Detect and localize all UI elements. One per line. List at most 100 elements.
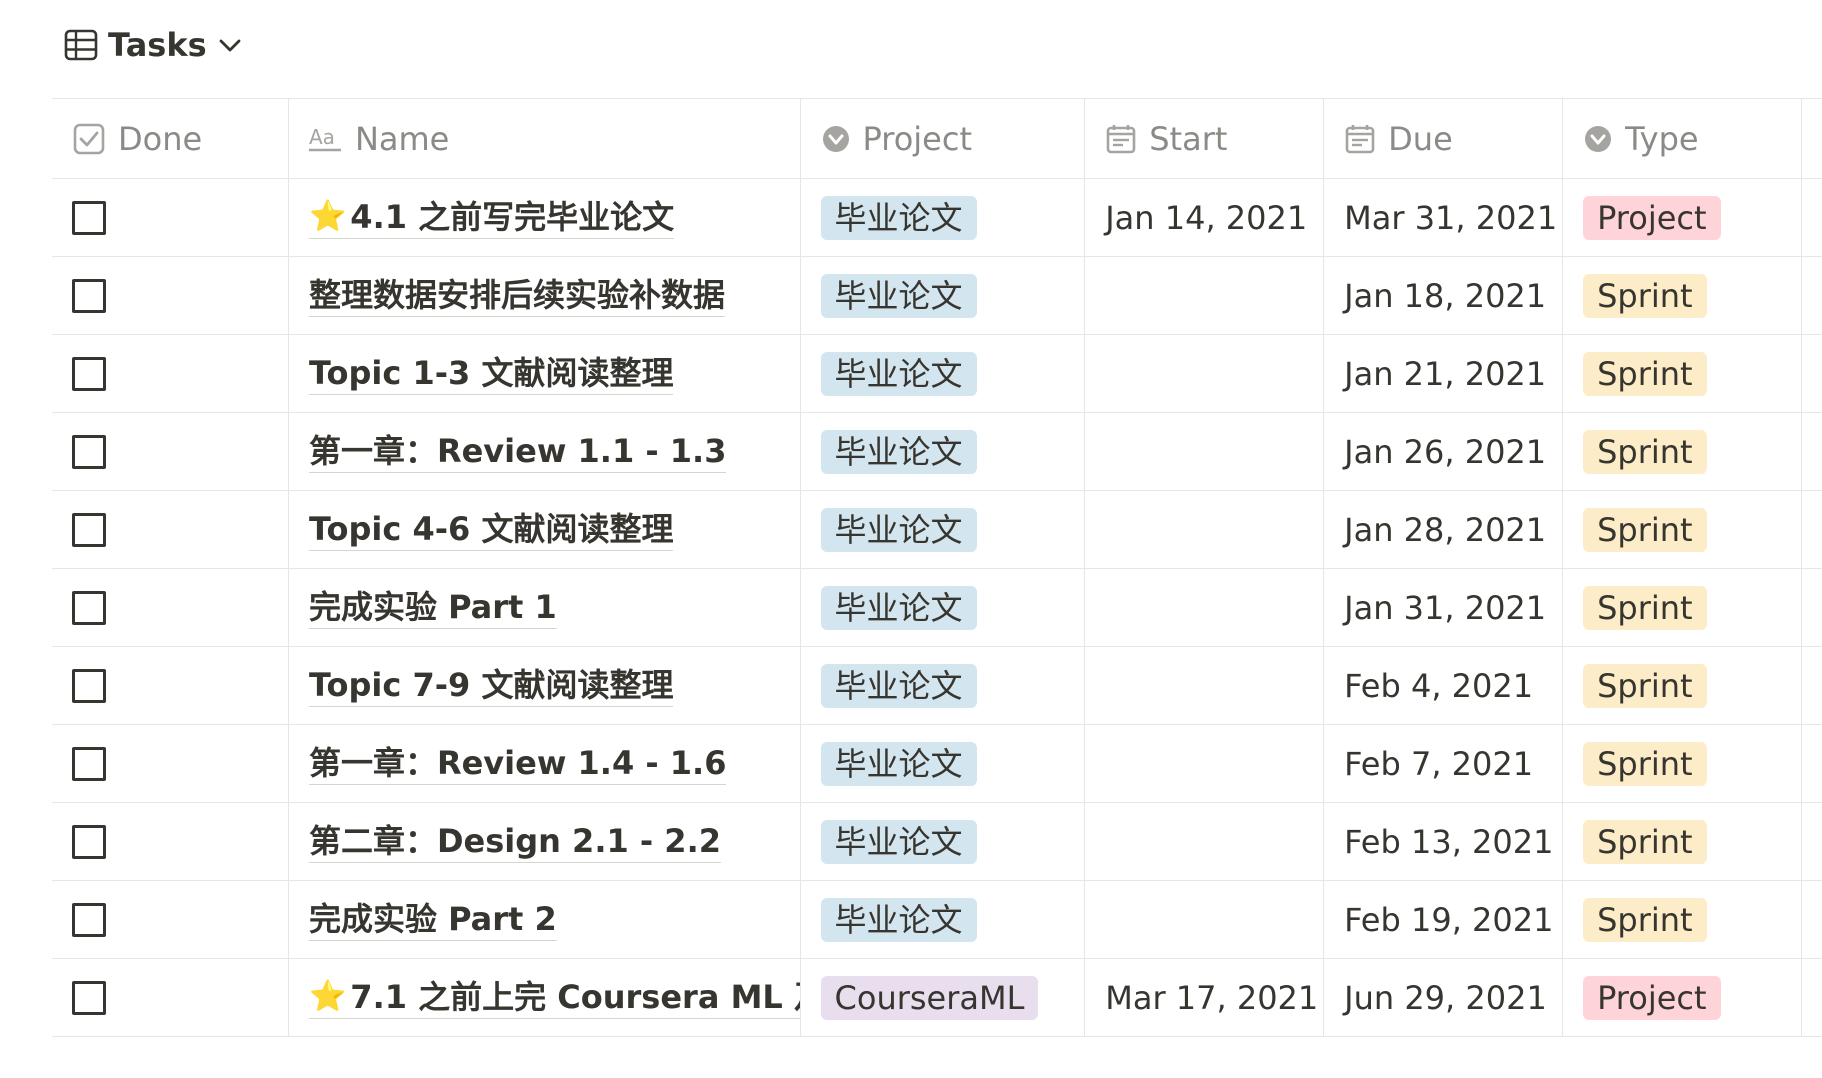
start-cell[interactable]: Jan 14, 2021 — [1085, 179, 1325, 256]
type-cell[interactable]: Sprint — [1563, 335, 1802, 412]
project-cell[interactable]: 毕业论文 — [801, 413, 1086, 490]
table-row[interactable]: Topic 4-6 文献阅读整理 毕业论文 Jan 28, 2021 Sprin… — [52, 491, 1822, 569]
name-cell[interactable]: Topic 7-9 文献阅读整理 — [289, 647, 801, 724]
done-checkbox[interactable] — [72, 824, 106, 859]
start-cell[interactable] — [1085, 569, 1325, 646]
start-cell[interactable] — [1085, 881, 1325, 958]
name-cell[interactable]: 整理数据安排后续实验补数据 — [289, 257, 801, 334]
project-cell[interactable]: 毕业论文 — [801, 179, 1086, 256]
task-name-link[interactable]: 整理数据安排后续实验补数据 — [308, 275, 725, 317]
due-cell[interactable]: Jan 28, 2021 — [1324, 491, 1564, 568]
name-cell[interactable]: Topic 1-3 文献阅读整理 — [289, 335, 801, 412]
due-cell[interactable]: Jun 29, 2021 — [1324, 959, 1564, 1036]
task-name-link[interactable]: Topic 1-3 文献阅读整理 — [308, 353, 674, 395]
name-cell[interactable]: 完成实验 Part 1 — [289, 569, 801, 646]
view-switcher[interactable]: Tasks — [64, 22, 243, 68]
type-cell[interactable]: Sprint — [1563, 881, 1802, 958]
column-header-project[interactable]: Project — [801, 99, 1086, 178]
table-row[interactable]: 第一章：Review 1.4 - 1.6 毕业论文 Feb 7, 2021 Sp… — [52, 725, 1822, 803]
column-header-due[interactable]: Due — [1324, 99, 1564, 178]
task-name-link[interactable]: ⭐ 7.1 之前上完 Coursera ML 及作 — [308, 977, 800, 1019]
done-checkbox[interactable] — [72, 356, 106, 391]
due-cell[interactable]: Feb 19, 2021 — [1324, 881, 1564, 958]
name-cell[interactable]: 第一章：Review 1.4 - 1.6 — [289, 725, 801, 802]
task-name-link[interactable]: 完成实验 Part 1 — [308, 587, 557, 629]
due-date: Jan 26, 2021 — [1344, 432, 1547, 471]
project-cell[interactable]: 毕业论文 — [801, 647, 1086, 724]
task-name-link[interactable]: Topic 4-6 文献阅读整理 — [308, 509, 674, 551]
done-checkbox[interactable] — [72, 434, 106, 469]
project-tag: 毕业论文 — [820, 195, 977, 240]
task-name: Topic 7-9 文献阅读整理 — [308, 665, 674, 704]
due-cell[interactable]: Mar 31, 2021 — [1324, 179, 1564, 256]
project-cell[interactable]: CourseraML — [801, 959, 1086, 1036]
project-cell[interactable]: 毕业论文 — [801, 335, 1086, 412]
task-name-link[interactable]: Topic 7-9 文献阅读整理 — [308, 665, 674, 707]
type-cell[interactable]: Sprint — [1563, 725, 1802, 802]
type-cell[interactable]: Sprint — [1563, 491, 1802, 568]
type-cell[interactable]: Sprint — [1563, 569, 1802, 646]
table-row[interactable]: Topic 1-3 文献阅读整理 毕业论文 Jan 21, 2021 Sprin… — [52, 335, 1822, 413]
table-row[interactable]: ⭐ 7.1 之前上完 Coursera ML 及作 CourseraML Mar… — [52, 959, 1822, 1037]
project-cell[interactable]: 毕业论文 — [801, 257, 1086, 334]
name-cell[interactable]: 完成实验 Part 2 — [289, 881, 801, 958]
start-cell[interactable] — [1085, 725, 1325, 802]
project-cell[interactable]: 毕业论文 — [801, 725, 1086, 802]
due-cell[interactable]: Jan 21, 2021 — [1324, 335, 1564, 412]
due-cell[interactable]: Feb 4, 2021 — [1324, 647, 1564, 724]
due-cell[interactable]: Jan 18, 2021 — [1324, 257, 1564, 334]
done-checkbox[interactable] — [72, 278, 106, 313]
table-row[interactable]: 第一章：Review 1.1 - 1.3 毕业论文 Jan 26, 2021 S… — [52, 413, 1822, 491]
name-cell[interactable]: Topic 4-6 文献阅读整理 — [289, 491, 801, 568]
table-row[interactable]: Topic 7-9 文献阅读整理 毕业论文 Feb 4, 2021 Sprint — [52, 647, 1822, 725]
start-cell[interactable] — [1085, 647, 1325, 724]
done-checkbox[interactable] — [72, 980, 106, 1015]
task-name-link[interactable]: 第一章：Review 1.4 - 1.6 — [308, 743, 727, 785]
start-cell[interactable] — [1085, 413, 1325, 490]
start-cell[interactable] — [1085, 491, 1325, 568]
start-cell[interactable]: Mar 17, 2021 — [1085, 959, 1325, 1036]
done-checkbox[interactable] — [72, 902, 106, 937]
project-cell[interactable]: 毕业论文 — [801, 569, 1086, 646]
due-cell[interactable]: Feb 13, 2021 — [1324, 803, 1564, 880]
column-header-done[interactable]: Done — [52, 99, 289, 178]
column-header-type[interactable]: Type — [1563, 99, 1802, 178]
name-cell[interactable]: 第一章：Review 1.1 - 1.3 — [289, 413, 801, 490]
type-cell[interactable]: Project — [1563, 179, 1802, 256]
project-tag: 毕业论文 — [820, 819, 977, 864]
start-cell[interactable] — [1085, 803, 1325, 880]
column-header-name[interactable]: Aa Name — [289, 99, 801, 178]
due-cell[interactable]: Feb 7, 2021 — [1324, 725, 1564, 802]
start-cell[interactable] — [1085, 257, 1325, 334]
table-row[interactable]: 整理数据安排后续实验补数据 毕业论文 Jan 18, 2021 Sprint — [52, 257, 1822, 335]
table-row[interactable]: 完成实验 Part 2 毕业论文 Feb 19, 2021 Sprint — [52, 881, 1822, 959]
done-checkbox[interactable] — [72, 590, 106, 625]
task-name-link[interactable]: ⭐ 4.1 之前写完毕业论文 — [308, 197, 675, 239]
done-checkbox[interactable] — [72, 200, 106, 235]
project-cell[interactable]: 毕业论文 — [801, 803, 1086, 880]
type-cell[interactable]: Project — [1563, 959, 1802, 1036]
task-name-link[interactable]: 第二章：Design 2.1 - 2.2 — [308, 821, 721, 863]
type-cell[interactable]: Sprint — [1563, 413, 1802, 490]
project-cell[interactable]: 毕业论文 — [801, 881, 1086, 958]
table-row[interactable]: ⭐ 4.1 之前写完毕业论文 毕业论文 Jan 14, 2021 Mar 31,… — [52, 179, 1822, 257]
done-checkbox[interactable] — [72, 668, 106, 703]
column-header-start[interactable]: Start — [1085, 99, 1325, 178]
done-checkbox[interactable] — [72, 746, 106, 781]
due-cell[interactable]: Jan 31, 2021 — [1324, 569, 1564, 646]
name-cell[interactable]: ⭐ 7.1 之前上完 Coursera ML 及作 — [289, 959, 801, 1036]
name-cell[interactable]: 第二章：Design 2.1 - 2.2 — [289, 803, 801, 880]
type-cell[interactable]: Sprint — [1563, 803, 1802, 880]
chevron-down-icon[interactable] — [217, 35, 243, 55]
table-row[interactable]: 第二章：Design 2.1 - 2.2 毕业论文 Feb 13, 2021 S… — [52, 803, 1822, 881]
type-cell[interactable]: Sprint — [1563, 257, 1802, 334]
type-cell[interactable]: Sprint — [1563, 647, 1802, 724]
table-row[interactable]: 完成实验 Part 1 毕业论文 Jan 31, 2021 Sprint — [52, 569, 1822, 647]
task-name-link[interactable]: 完成实验 Part 2 — [308, 899, 557, 941]
name-cell[interactable]: ⭐ 4.1 之前写完毕业论文 — [289, 179, 801, 256]
start-cell[interactable] — [1085, 335, 1325, 412]
done-checkbox[interactable] — [72, 512, 106, 547]
due-cell[interactable]: Jan 26, 2021 — [1324, 413, 1564, 490]
project-cell[interactable]: 毕业论文 — [801, 491, 1086, 568]
task-name-link[interactable]: 第一章：Review 1.1 - 1.3 — [308, 431, 727, 473]
